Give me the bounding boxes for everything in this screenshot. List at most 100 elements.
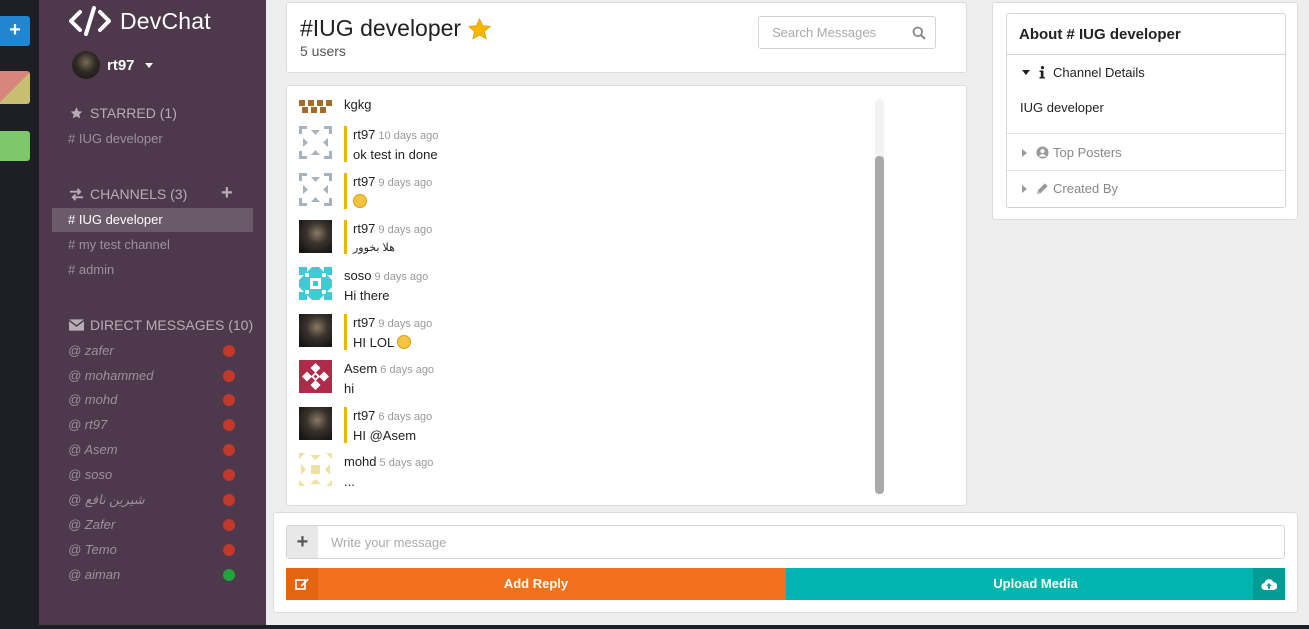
avatar [299, 173, 332, 206]
message-body: rt97 9 days ago [344, 173, 432, 209]
message-author[interactable]: rt97 [353, 174, 375, 189]
pencil-icon [1036, 183, 1048, 195]
avatar [299, 314, 332, 347]
message-author[interactable]: mohd [344, 454, 377, 469]
sidebar: DevChat rt97 STARRED (1) # IUG developer… [39, 0, 266, 629]
message-text: ... [344, 474, 355, 489]
exchange-icon [70, 187, 83, 201]
tongue-face-icon [397, 335, 412, 349]
message-time: 9 days ago [374, 271, 429, 283]
caret-right-icon [1022, 148, 1027, 157]
upload-media-label: Upload Media [993, 576, 1078, 591]
status-offline-icon [223, 519, 235, 531]
user-circle-icon [1036, 146, 1049, 159]
divider [1007, 133, 1285, 134]
brand: DevChat [69, 6, 211, 36]
message-text: هلا بخوور [353, 242, 395, 254]
add-reply-button[interactable]: Add Reply [286, 568, 786, 600]
status-offline-icon [223, 419, 235, 431]
avatar [299, 267, 332, 300]
add-reply-label: Add Reply [503, 576, 569, 591]
dm-item-aiman[interactable]: @ aiman [68, 566, 238, 584]
dm-item-mohammed[interactable]: @ mohammed [68, 367, 238, 385]
page-title: #IUG developer [300, 15, 462, 41]
user-menu[interactable]: rt97 [72, 51, 153, 79]
add-team-button[interactable]: + [0, 16, 30, 46]
channel-item-admin[interactable]: # admin [52, 258, 253, 282]
channel-item-my-test-channel[interactable]: # my test channel [52, 233, 253, 257]
add-channel-button[interactable]: + [221, 182, 233, 205]
message-time: 6 days ago [380, 364, 435, 376]
message-author[interactable]: soso [344, 268, 371, 283]
team-switcher-item[interactable] [0, 71, 30, 104]
dm-item-asem[interactable]: @ Asem [68, 441, 238, 459]
status-offline-icon [223, 345, 235, 357]
channel-description: IUG developer [1020, 100, 1104, 115]
message-author[interactable]: rt97 [353, 127, 375, 142]
avatar [72, 51, 100, 79]
bottom-bar [0, 625, 1309, 629]
search-input[interactable] [759, 17, 904, 48]
channel-details-label: Channel Details [1053, 65, 1145, 80]
channel-details-toggle[interactable]: Channel Details [1007, 65, 1285, 80]
status-offline-icon [223, 444, 235, 456]
about-title: About # IUG developer [1007, 14, 1285, 55]
upload-media-button[interactable]: Upload Media [786, 568, 1285, 600]
message-body: Asem 6 days ago hi [344, 360, 434, 396]
composer-input-group: + [286, 525, 1285, 559]
smile-face-icon [353, 194, 367, 208]
avatar [299, 220, 332, 253]
team-switcher-item[interactable] [0, 131, 30, 161]
message-list: kgkg rt97 10 days ago ok test in done rt9… [286, 85, 967, 506]
message-author[interactable]: rt97 [353, 221, 375, 236]
search-icon[interactable] [912, 26, 926, 40]
info-icon [1039, 66, 1045, 79]
cloud-upload-icon [1253, 568, 1285, 600]
message-text: ok test in done [353, 147, 438, 162]
scrollbar-thumb[interactable] [875, 156, 884, 494]
status-offline-icon [223, 544, 235, 556]
created-by-toggle[interactable]: Created By [1007, 181, 1285, 196]
avatar [299, 360, 332, 393]
app-name: DevChat [120, 7, 211, 34]
add-attachment-button[interactable]: + [287, 526, 318, 558]
message-author[interactable]: rt97 [353, 408, 375, 423]
code-icon [69, 6, 111, 36]
message-scrollbar[interactable] [875, 99, 884, 494]
message-input[interactable] [319, 526, 1283, 558]
users-count: 5 users [300, 43, 346, 59]
message-author[interactable]: rt97 [353, 315, 375, 330]
message-body: rt97 10 days ago ok test in done [344, 126, 438, 162]
dm-item-rt97[interactable]: @ rt97 [68, 416, 238, 434]
status-online-icon [223, 569, 235, 581]
message-body: soso 9 days ago Hi there [344, 267, 428, 303]
star-icon[interactable] [467, 17, 492, 41]
avatar [299, 97, 332, 113]
message-body: kgkg [344, 97, 371, 112]
dm-item-soso[interactable]: @ soso [68, 466, 238, 484]
channel-item-iug-developer[interactable]: # IUG developer [52, 208, 253, 232]
message-text: hi [344, 381, 355, 396]
envelope-icon [69, 319, 84, 331]
about-accordion: About # IUG developer Channel Details IU… [1006, 13, 1286, 208]
channel-title-row: #IUG developer [300, 15, 492, 42]
dm-item-temo[interactable]: @ Temo [68, 541, 238, 559]
team-rail: + [0, 0, 39, 629]
star-icon [70, 107, 83, 119]
message-composer: + Add Reply Upload Media [273, 512, 1298, 613]
dm-item-zafer[interactable]: @ zafer [68, 342, 238, 360]
message-body: rt97 9 days ago هلا بخوور [344, 220, 432, 254]
edit-icon [286, 568, 318, 600]
starred-item-iug-developer[interactable]: # IUG developer [52, 127, 253, 151]
message-author[interactable]: Asem [344, 361, 377, 376]
top-posters-toggle[interactable]: Top Posters [1007, 145, 1285, 160]
top-posters-label: Top Posters [1053, 145, 1122, 160]
divider [1007, 170, 1285, 171]
dm-item-shireen[interactable]: @ شيرين نافع [68, 491, 238, 509]
channels-header: CHANNELS (3) + [69, 182, 233, 204]
dm-item-mohd[interactable]: @ mohd [68, 391, 238, 409]
avatar [299, 126, 332, 159]
dm-item-zafer-2[interactable]: @ Zafer [68, 516, 238, 534]
avatar [299, 407, 332, 440]
chevron-down-icon [144, 62, 153, 68]
